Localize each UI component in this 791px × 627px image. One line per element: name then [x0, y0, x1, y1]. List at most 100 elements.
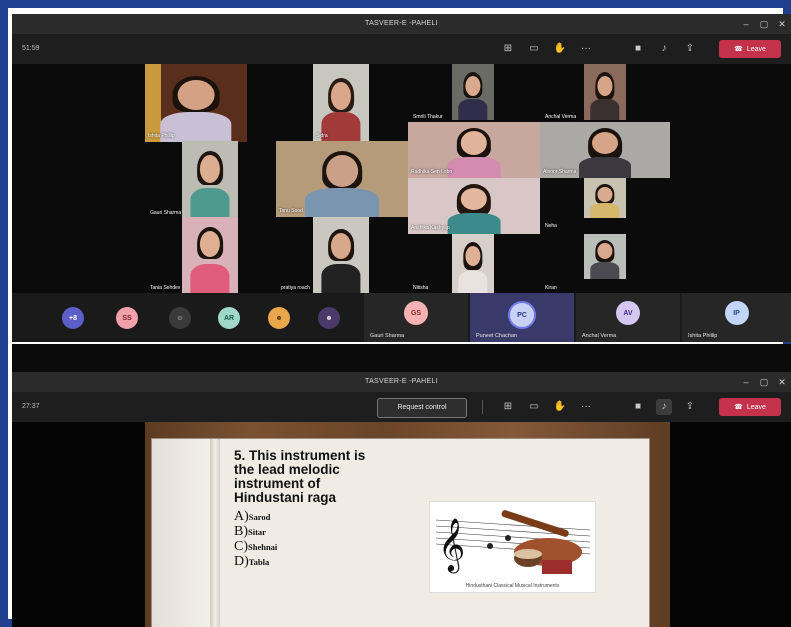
meeting-timer: 51:59	[22, 45, 40, 52]
leave-label: Leave	[746, 403, 766, 411]
question-line: instrument of	[234, 476, 321, 491]
answer-options: A)Sarod B)Sitar C)Shehnai D)Tabla	[234, 509, 277, 569]
participant-name: Tania Sehdev	[150, 285, 181, 291]
chat-icon[interactable]: ▭	[526, 399, 542, 415]
raise-hand-icon[interactable]: ✋	[552, 41, 568, 57]
participant-card[interactable]: PC Puneet Chachan	[470, 293, 574, 342]
image-caption: Hindusthani Classical Musical Instrument…	[465, 583, 560, 589]
microphone-icon[interactable]: ♪	[656, 399, 672, 415]
participant-name-row: Nitisha	[410, 282, 470, 292]
minimize-icon[interactable]: –	[739, 17, 753, 31]
question-text: 5. This instrument is the lead melodic i…	[234, 449, 404, 505]
person-icon: ☺	[176, 314, 184, 322]
toolbar-divider	[482, 400, 483, 414]
leave-button[interactable]: ☎ Leave	[719, 398, 781, 416]
leave-button[interactable]: ☎ Leave	[719, 40, 781, 58]
participant-name: Ishita Phillip	[688, 333, 718, 339]
video-tile: Sidra	[313, 64, 369, 142]
quiz-slide: 5. This instrument is the lead melodic i…	[151, 438, 650, 627]
share-screen-icon[interactable]: ⇪	[682, 399, 698, 415]
participant-name: Radhika Sen Lobo	[411, 169, 453, 175]
close-icon[interactable]: ✕	[775, 17, 789, 31]
maximize-icon[interactable]: ▢	[757, 375, 771, 389]
participant-strip: +8 SS ☺ AR ☻ ☻ GS Gauri Sharma PC Puneet…	[12, 293, 791, 342]
video-tile	[584, 234, 626, 279]
maximize-icon[interactable]: ▢	[757, 17, 771, 31]
participant-photo-avatar[interactable]: ☻	[268, 307, 290, 329]
participant-avatar: PC	[508, 301, 536, 329]
participant-card[interactable]: GS Gauri Sharma	[364, 293, 468, 342]
participant-name-row: pratiya roach	[278, 282, 358, 292]
participant-name: Alnoor Sharma	[543, 169, 577, 175]
person-icon: ☻	[325, 314, 333, 322]
participant-card[interactable]: AV Anchal Verma	[576, 293, 680, 342]
participant-name: Anshika Kashyap	[411, 225, 450, 231]
video-tile: Ishita Phillip	[145, 64, 247, 142]
participant-name-row: Anchal Verma	[542, 111, 602, 121]
participant-name: Puneet Chachan	[476, 333, 517, 339]
option-a: A)Sarod	[234, 509, 271, 524]
share-screen-icon[interactable]: ⇪	[682, 41, 698, 57]
close-icon[interactable]: ✕	[775, 375, 789, 389]
participant-name: Sidra	[316, 133, 328, 139]
participant-name-row: Neha	[542, 220, 602, 230]
video-tile	[182, 141, 238, 217]
person-icon: ☻	[275, 314, 283, 322]
title-bar: TASVEER-E -PAHELI – ▢ ✕	[12, 14, 791, 34]
participant-photo-avatar[interactable]: ☺	[169, 307, 191, 329]
meeting-toolbar: 51:59 ⊞ ▭ ✋ ··· ■ ♪ ⇪ ☎ Leave	[12, 34, 791, 64]
video-tile: Anshika Kashyap	[408, 178, 540, 234]
meeting-timer: 27:37	[22, 403, 40, 410]
svg-text:𝄞: 𝄞	[438, 517, 465, 573]
video-tile: Radhika Sen Lobo	[408, 122, 540, 178]
participant-avatar: AV	[616, 301, 640, 325]
participant-name: Neha	[545, 223, 557, 229]
more-actions-icon[interactable]: ···	[578, 399, 594, 415]
phone-icon: ☎	[734, 404, 743, 411]
participant-name: Kiran	[545, 285, 557, 291]
participant-card[interactable]: IP Ishita Phillip	[682, 293, 791, 342]
meeting-toolbar: 27:37 Request control ⊞ ▭ ✋ ··· ■ ♪ ⇪ ☎ …	[12, 392, 791, 422]
participant-name: Anchal Verma	[545, 114, 577, 120]
participants-icon[interactable]: ⊞	[500, 399, 516, 415]
book-spine	[210, 439, 220, 627]
raise-hand-icon[interactable]: ✋	[552, 399, 568, 415]
more-actions-icon[interactable]: ···	[578, 41, 594, 57]
book-left-page	[152, 439, 210, 627]
participant-name: Smriti Thakur	[413, 114, 443, 120]
request-control-button[interactable]: Request control	[377, 398, 467, 418]
participant-name-row: Kiran	[542, 282, 602, 292]
question-line: the lead melodic	[234, 462, 340, 477]
window-title: TASVEER-E -PAHELI	[365, 20, 438, 27]
overflow-participants-button[interactable]: +8	[62, 307, 84, 329]
participant-name-row: Gauri Sharma	[147, 207, 227, 217]
option-d: D)Tabla	[234, 554, 270, 569]
question-line: Hindustani raga	[234, 490, 337, 505]
camera-icon[interactable]: ■	[630, 399, 646, 415]
instruments-image: 𝄞 Hindusthani Classical Musical Instrume…	[429, 501, 596, 593]
chat-icon[interactable]: ▭	[526, 41, 542, 57]
participant-name: Anchal Verma	[582, 333, 617, 339]
video-tile: Alnoor Sharma	[540, 122, 670, 178]
participant-name-row: Smriti Thakur	[410, 111, 470, 121]
video-tile: Tanu Sood	[276, 141, 408, 217]
window-title: TASVEER-E -PAHELI	[365, 378, 438, 385]
participant-name: Gauri Sharma	[150, 210, 182, 216]
shared-screen: 5. This instrument is the lead melodic i…	[12, 422, 791, 627]
participant-avatar[interactable]: AR	[218, 307, 240, 329]
participant-avatar: IP	[724, 301, 749, 325]
participant-photo-avatar[interactable]: ☻	[318, 307, 340, 329]
camera-icon[interactable]: ■	[630, 41, 646, 57]
leave-label: Leave	[746, 45, 766, 53]
participant-name: pratiya roach	[281, 285, 310, 291]
participant-name: Ishita Phillip	[148, 133, 175, 139]
microphone-icon[interactable]: ♪	[656, 41, 672, 57]
participant-name: Tanu Sood	[279, 208, 303, 214]
participant-avatar[interactable]: SS	[116, 307, 138, 329]
participants-icon[interactable]: ⊞	[500, 41, 516, 57]
teams-window-gallery: TASVEER-E -PAHELI – ▢ ✕ 51:59 ⊞ ▭ ✋ ··· …	[12, 14, 791, 342]
minimize-icon[interactable]: –	[739, 375, 753, 389]
phone-icon: ☎	[734, 46, 743, 53]
option-b: B)Sitar	[234, 524, 266, 539]
participant-name-row: Tania Sehdev	[147, 282, 227, 292]
